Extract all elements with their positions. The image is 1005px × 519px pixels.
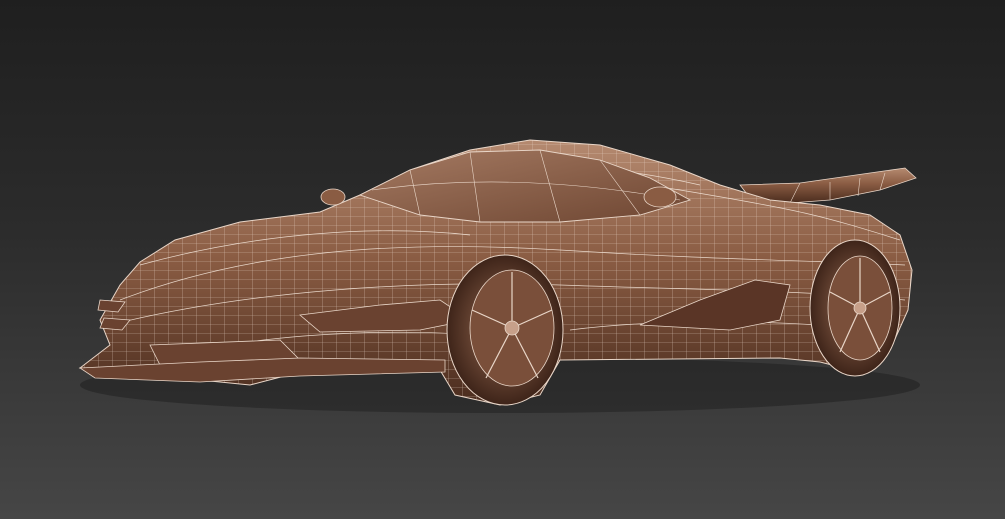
car-wireframe-render [78, 139, 920, 413]
rear-wing [739, 167, 917, 204]
rear-wheel [809, 239, 901, 377]
front-wheel [446, 254, 564, 406]
3d-viewport[interactable] [0, 0, 1005, 519]
